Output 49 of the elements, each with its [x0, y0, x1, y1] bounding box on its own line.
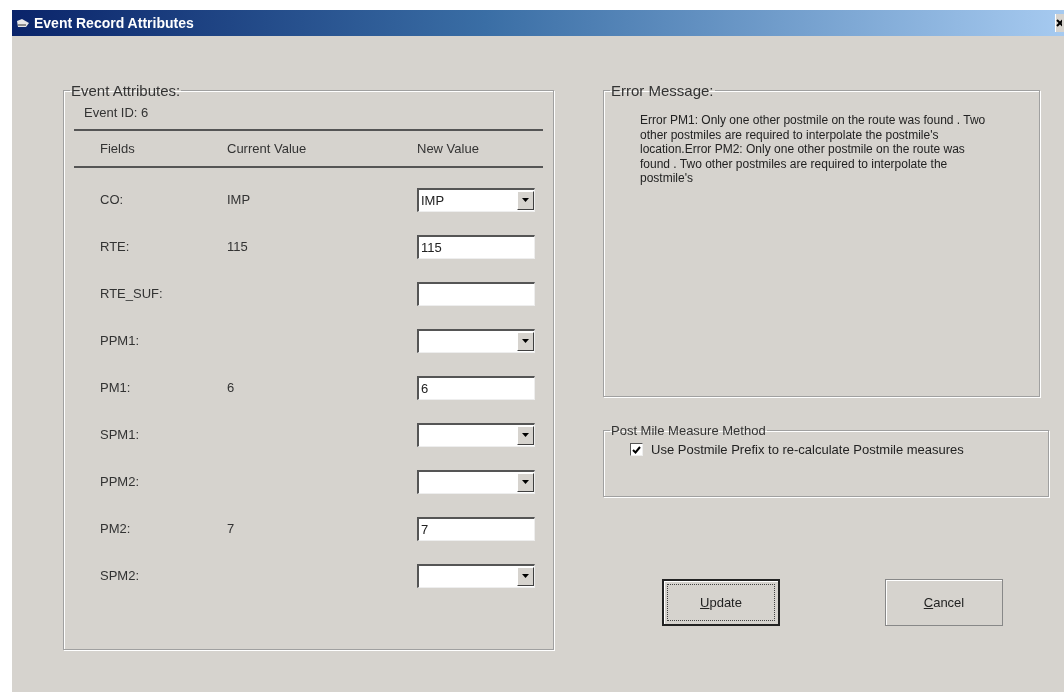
app-icon — [16, 18, 30, 28]
text-field[interactable] — [417, 281, 535, 306]
column-header: Current Value — [227, 141, 308, 156]
dropdown-arrow-icon — [522, 198, 529, 202]
combo-box[interactable] — [417, 469, 535, 494]
current-value: IMP — [227, 192, 252, 207]
dropdown-button[interactable] — [517, 331, 534, 351]
field-label: PPM2: — [100, 474, 140, 489]
field-label: RTE: — [100, 239, 131, 254]
dropdown-arrow-icon — [522, 433, 529, 437]
text-field[interactable]: 6 — [417, 375, 535, 400]
group-title: Post Mile Measure Method — [610, 423, 767, 438]
close-icon — [1056, 19, 1062, 27]
dropdown-button[interactable] — [517, 472, 534, 492]
combo-box[interactable]: IMP — [417, 187, 535, 212]
dropdown-arrow-icon — [522, 339, 529, 343]
group-title: Error Message: — [610, 82, 715, 99]
text-field[interactable]: 7 — [417, 516, 535, 541]
checkbox-label: Use Postmile Prefix to re-calculate Postmile measures — [651, 442, 964, 457]
combo-box[interactable] — [417, 422, 535, 447]
error-message-text: Error PM1: Only one other postmile on the route was found . Two other postmiles are required to interpolate the postmile's location.Error PM2: Only one other postmile on the route was found . Two other postmiles are required to interpolate the postmile's — [640, 113, 987, 186]
dropdown-button[interactable] — [517, 425, 534, 445]
combo-box[interactable] — [417, 328, 535, 353]
field-label: CO: — [100, 192, 125, 207]
text-field[interactable]: 115 — [417, 234, 535, 259]
close-button[interactable] — [1055, 14, 1064, 32]
column-header: New Value — [417, 141, 480, 156]
dropdown-arrow-icon — [522, 480, 529, 484]
check-icon — [632, 445, 641, 454]
field-label: PM2: — [100, 521, 132, 536]
current-value: 7 — [227, 521, 236, 536]
column-header: Fields — [100, 141, 136, 156]
current-value: 6 — [227, 380, 236, 395]
field-label: SPM1: — [100, 427, 140, 442]
window-title: Event Record Attributes — [34, 15, 194, 31]
dialog-button[interactable]: Cancel — [885, 579, 1003, 626]
field-label: PM1: — [100, 380, 132, 395]
field-label: PPM1: — [100, 333, 140, 348]
dropdown-button[interactable] — [517, 566, 534, 586]
checkbox[interactable] — [630, 443, 643, 456]
dialog-button[interactable]: Update — [662, 579, 780, 626]
field-label: RTE_SUF: — [100, 286, 164, 301]
combo-box[interactable] — [417, 563, 535, 588]
group-title: Event Attributes: — [70, 82, 182, 99]
field-label: SPM2: — [100, 568, 140, 583]
event-id-label: Event ID: 6 — [83, 104, 150, 122]
dropdown-button[interactable] — [517, 190, 534, 210]
dropdown-arrow-icon — [522, 574, 529, 578]
current-value: 115 — [227, 239, 249, 254]
